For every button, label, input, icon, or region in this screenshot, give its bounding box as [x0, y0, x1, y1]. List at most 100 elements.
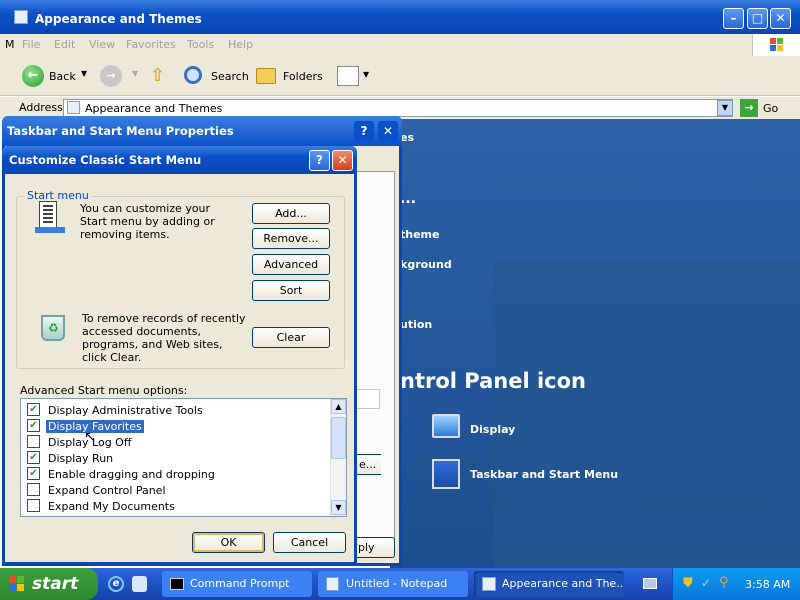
quicklaunch-app-icon[interactable]	[132, 576, 147, 592]
security-shield-icon[interactable]: ⛊	[683, 576, 693, 591]
scroll-up-icon[interactable]: ▲	[331, 399, 346, 414]
customize-button[interactable]: e...	[355, 454, 381, 475]
folder-icon	[67, 101, 80, 114]
control-panel-content: es ... theme kground ution ntrol Panel i…	[390, 119, 800, 568]
address-field[interactable]: Appearance and Themes	[63, 99, 733, 117]
start-menu-description: You can customize your Start menu by add…	[80, 202, 215, 241]
task-appearance-and-themes[interactable]: Appearance and The...	[474, 571, 624, 597]
scrollbar[interactable]: ▲ ▼	[330, 399, 346, 516]
back-dropdown-icon[interactable]: ▼	[81, 69, 87, 78]
task-link-theme[interactable]: theme	[400, 228, 439, 241]
menu-tools[interactable]: Tools	[187, 38, 214, 51]
option-checkbox[interactable]: ✔	[27, 451, 40, 464]
close-button[interactable]: ✕	[332, 150, 353, 171]
windows-taskbar: start e Command Prompt Untitled - Notepa…	[0, 568, 800, 600]
option-row[interactable]: Expand My Documents	[21, 498, 329, 514]
option-checkbox[interactable]: ✔	[27, 419, 40, 432]
mouse-cursor-icon: ↖	[84, 429, 96, 445]
go-arrow-icon: →	[740, 99, 758, 117]
scroll-down-icon[interactable]: ▼	[331, 500, 346, 515]
add-button[interactable]: Add...	[252, 203, 330, 224]
task-link-background[interactable]: kground	[400, 258, 452, 271]
cancel-button[interactable]: Cancel	[273, 532, 346, 553]
task-notepad[interactable]: Untitled - Notepad	[318, 571, 468, 597]
search-tray-icon[interactable]: ⚲	[719, 575, 729, 590]
preview-box	[355, 389, 380, 409]
cp-icon-taskbar[interactable]: Taskbar and Start Menu	[432, 459, 652, 491]
taskbar-icon	[432, 459, 460, 489]
search-button[interactable]: Search	[184, 64, 249, 88]
taskbar-properties-titlebar[interactable]: Taskbar and Start Menu Properties ? ✕	[2, 116, 402, 146]
standard-toolbar: ← Back ▼ → ▼ ⇧ Search Folders ▼	[0, 56, 800, 96]
ok-button[interactable]: OK	[192, 532, 265, 553]
option-row[interactable]: ✔ Display Favorites	[21, 418, 329, 434]
help-icon: ?	[360, 124, 368, 138]
sort-button[interactable]: Sort	[252, 280, 330, 301]
menu-edit[interactable]: Edit	[54, 38, 75, 51]
task-link-resolution[interactable]: ution	[400, 318, 432, 331]
explorer-titlebar[interactable]: Appearance and Themes – □ ✕	[0, 0, 800, 34]
go-button[interactable]: → Go	[740, 98, 790, 118]
advanced-button[interactable]: Advanced	[252, 254, 330, 275]
keyboard-icon[interactable]	[643, 578, 657, 589]
start-button[interactable]: start	[0, 568, 98, 600]
views-dropdown-icon[interactable]: ▼	[363, 70, 369, 79]
minimize-button[interactable]: –	[723, 8, 744, 29]
views-icon[interactable]	[337, 66, 359, 86]
task-command-prompt[interactable]: Command Prompt	[162, 571, 312, 597]
remove-button[interactable]: Remove...	[252, 228, 330, 249]
close-button[interactable]: ✕	[378, 121, 398, 141]
menu-file[interactable]: File	[22, 38, 40, 51]
address-dropdown-icon[interactable]: ▼	[717, 100, 733, 116]
option-row[interactable]: ✔ Enable dragging and dropping	[21, 466, 329, 482]
clock: 3:58 AM	[745, 578, 791, 591]
task-label: Command Prompt	[190, 577, 290, 590]
menu-help[interactable]: Help	[228, 38, 253, 51]
option-row[interactable]: Display Log Off	[21, 434, 329, 450]
option-checkbox[interactable]: ✔	[27, 403, 40, 416]
network-icon[interactable]: ✓	[701, 576, 711, 590]
option-row[interactable]: ✔ Display Run	[21, 450, 329, 466]
forward-dropdown-icon[interactable]: ▼	[132, 69, 138, 78]
option-label: Expand Control Panel	[48, 484, 166, 497]
forward-arrow-icon[interactable]: →	[100, 65, 122, 87]
advanced-options-list[interactable]: ✔ Display Administrative Tools ✔ Display Fa…	[20, 398, 347, 517]
search-label: Search	[211, 70, 249, 83]
scroll-thumb[interactable]	[331, 417, 346, 459]
option-checkbox[interactable]	[27, 483, 40, 496]
cp-icon-label: Display	[470, 423, 516, 436]
menu-favorites[interactable]: Favorites	[126, 38, 176, 51]
customize-titlebar[interactable]: Customize Classic Start Menu ? ✕	[2, 146, 357, 174]
windows-logo	[752, 34, 800, 56]
option-checkbox[interactable]	[27, 499, 40, 512]
task-label: Untitled - Notepad	[346, 577, 448, 590]
internet-explorer-icon[interactable]: e	[108, 576, 124, 592]
minimize-icon: –	[730, 11, 737, 25]
clear-button[interactable]: Clear	[252, 327, 330, 348]
close-icon: ✕	[337, 153, 348, 167]
folders-button[interactable]: Folders	[256, 64, 326, 88]
system-tray: ⛊ ✓ ⚲ 3:58 AM	[672, 568, 800, 600]
address-label: Address	[19, 101, 63, 114]
advanced-options-label: Advanced Start menu options:	[20, 384, 188, 397]
apply-button[interactable]: ply	[355, 537, 395, 558]
option-label: Expand My Documents	[48, 500, 175, 513]
cp-icon-display[interactable]: Display	[432, 414, 612, 444]
option-checkbox[interactable]	[27, 435, 40, 448]
back-button[interactable]: ← Back	[20, 64, 82, 88]
help-button[interactable]: ?	[354, 121, 374, 141]
help-button[interactable]: ?	[309, 150, 330, 171]
up-folder-icon[interactable]: ⇧	[150, 65, 172, 87]
option-row[interactable]: ✔ Display Administrative Tools	[21, 402, 329, 418]
close-button[interactable]: ✕	[770, 8, 791, 29]
menu-view[interactable]: View	[89, 38, 115, 51]
partial-letter: M	[5, 38, 15, 51]
go-label: Go	[763, 102, 779, 115]
dialog-title: Taskbar and Start Menu Properties	[7, 124, 234, 138]
windows-flag-icon	[9, 576, 25, 592]
start-menu-icon	[35, 201, 67, 233]
option-row[interactable]: Expand Control Panel	[21, 482, 329, 498]
maximize-button[interactable]: □	[747, 8, 768, 29]
folder-icon	[14, 10, 28, 24]
option-checkbox[interactable]: ✔	[27, 467, 40, 480]
